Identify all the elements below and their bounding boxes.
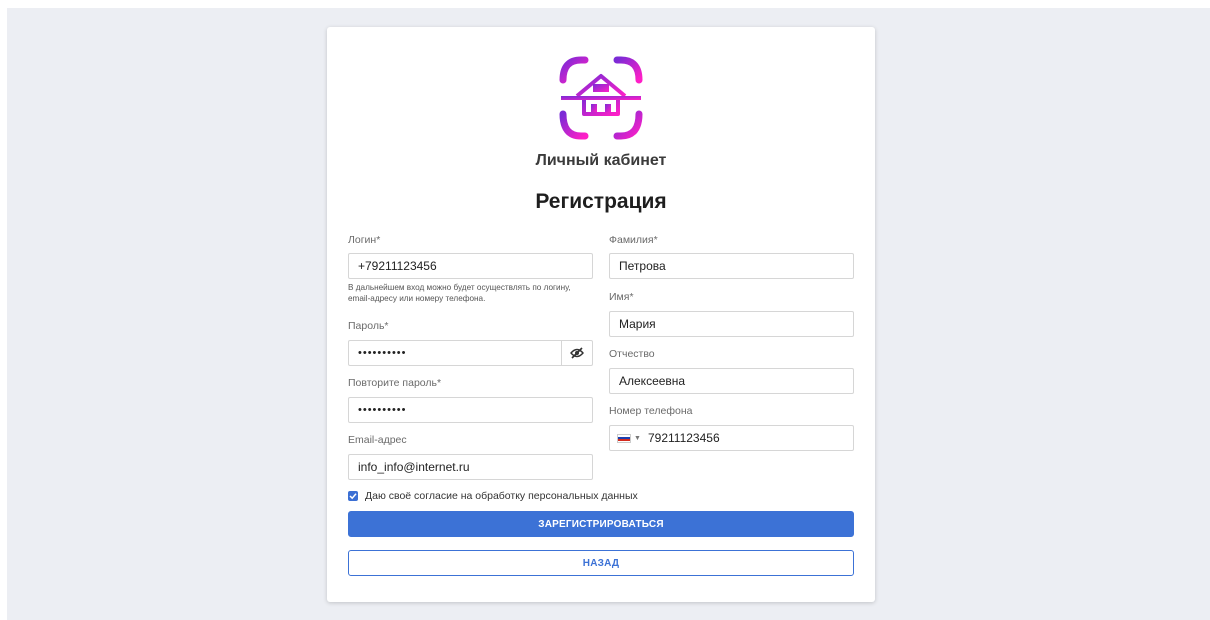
first-name-field-wrapper: [609, 311, 854, 337]
phone-country-select[interactable]: ▼: [610, 426, 646, 450]
phone-field-wrapper: ▼: [609, 425, 854, 451]
password-repeat-field-wrapper: [348, 397, 593, 423]
password-label: Пароль*: [348, 320, 389, 332]
registration-card: Личный кабинет Регистрация Логин* В даль…: [327, 27, 875, 602]
login-label: Логин*: [348, 234, 381, 246]
back-button[interactable]: НАЗАД: [348, 550, 854, 576]
consent-label: Даю своё согласие на обработку персональ…: [365, 490, 638, 502]
register-button[interactable]: ЗАРЕГИСТРИРОВАТЬСЯ: [348, 511, 854, 537]
eye-slash-icon: [570, 347, 584, 359]
last-name-input[interactable]: [610, 254, 853, 278]
first-name-input[interactable]: [610, 312, 853, 336]
login-field-wrapper: [348, 253, 593, 279]
russia-flag-icon: [617, 433, 631, 443]
last-name-label: Фамилия*: [609, 234, 658, 246]
password-field-wrapper: [348, 340, 593, 366]
check-icon: [349, 493, 357, 500]
email-field-wrapper: [348, 454, 593, 480]
password-repeat-label: Повторите пароль*: [348, 377, 442, 389]
login-input[interactable]: [349, 254, 592, 278]
middle-name-field-wrapper: [609, 368, 854, 394]
first-name-label: Имя*: [609, 291, 634, 303]
house-scan-icon: [559, 56, 643, 140]
phone-label: Номер телефона: [609, 405, 693, 417]
middle-name-input[interactable]: [610, 369, 853, 393]
caret-down-icon: ▼: [634, 434, 641, 442]
password-input[interactable]: [349, 341, 563, 365]
middle-name-label: Отчество: [609, 348, 655, 360]
consent-checkbox[interactable]: [348, 491, 358, 501]
page-title: Регистрация: [535, 190, 667, 213]
login-hint: В дальнейшем вход можно будет осуществля…: [348, 283, 571, 303]
email-label: Email-адрес: [348, 434, 407, 446]
email-input[interactable]: [349, 455, 592, 479]
phone-input[interactable]: [610, 426, 853, 450]
brand-title: Личный кабинет: [535, 152, 667, 169]
password-repeat-input[interactable]: [349, 398, 592, 422]
password-visibility-toggle[interactable]: [561, 341, 592, 365]
last-name-field-wrapper: [609, 253, 854, 279]
consent-row: Даю своё согласие на обработку персональ…: [348, 490, 638, 502]
